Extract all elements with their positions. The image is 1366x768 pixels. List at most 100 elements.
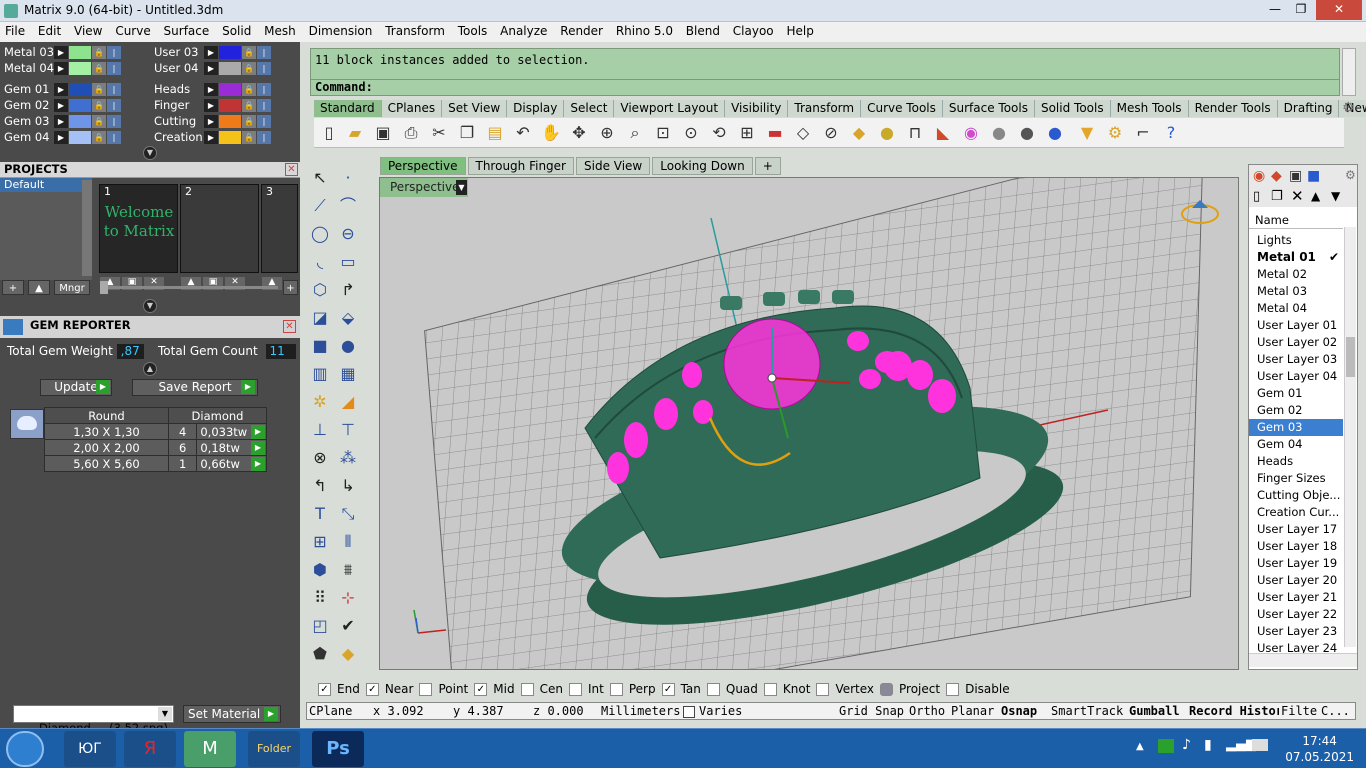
surface-corner-icon[interactable]: ◪	[308, 306, 332, 330]
taskbar-app-matrix[interactable]: M	[184, 731, 236, 767]
osnap-option[interactable]: Disable	[940, 682, 1010, 696]
close-icon[interactable]: ✕	[285, 163, 298, 176]
lock-icon[interactable]: 🔒	[92, 62, 106, 75]
check-icon[interactable]: ✔	[336, 614, 360, 638]
layer-list-item[interactable]: User Layer 18	[1249, 538, 1343, 555]
project-slot-1[interactable]: 1 Welcome to Matrix ▲ ▣ ✕	[99, 184, 178, 290]
layer-color-swatch[interactable]	[69, 62, 91, 75]
save-report-button[interactable]: Save Report	[132, 379, 258, 396]
options-gear-icon[interactable]: ⚙	[1104, 122, 1126, 144]
grid-array-icon[interactable]: ⠿	[308, 586, 332, 610]
osnap-option[interactable]: ✓ Mid	[468, 682, 515, 696]
play-icon[interactable]: ▶	[54, 62, 68, 75]
lock-icon[interactable]: ⊓	[904, 122, 926, 144]
layer-color-swatch[interactable]	[219, 83, 241, 96]
boolean-icon[interactable]: ✲	[308, 390, 332, 414]
layer-row[interactable]: Metal 03 ▶ 🔒 |	[0, 45, 150, 60]
slider-handle[interactable]	[100, 281, 108, 294]
layer-color-swatch[interactable]	[69, 83, 91, 96]
layer-row[interactable]: Creation ▶ 🔒 |	[150, 130, 300, 145]
layer-color-swatch[interactable]	[69, 115, 91, 128]
play-icon[interactable]: ▶	[204, 83, 218, 96]
table-row[interactable]: 2,00 X 2,00 6 0,18tw	[44, 439, 267, 456]
lock-icon[interactable]: 🔒	[92, 83, 106, 96]
viewport-tab[interactable]: +	[754, 157, 781, 175]
light-bulb-icon[interactable]: ●	[876, 122, 898, 144]
lock-icon[interactable]: 🔒	[92, 115, 106, 128]
layer-color-swatch[interactable]	[219, 131, 241, 144]
project-slot-3[interactable]: 3 ▲	[261, 184, 298, 290]
layer-row[interactable]: Finger ▶ 🔒 |	[150, 98, 300, 113]
layer-list-item[interactable]: User Layer 03	[1249, 351, 1343, 368]
layer-list-item[interactable]: Heads	[1249, 453, 1343, 470]
delete-layer-icon[interactable]: ✕	[1291, 187, 1304, 205]
polygon-icon[interactable]: ⬡	[308, 278, 332, 302]
taskbar-app-photoshop[interactable]: Ps	[312, 731, 364, 767]
up-arrow-icon[interactable]: ▲	[28, 280, 50, 295]
four-views-icon[interactable]: ⊞	[736, 122, 758, 144]
display-icon[interactable]: ▣	[1289, 168, 1302, 184]
mirror-icon[interactable]: ⫴	[336, 530, 360, 554]
select-row-icon[interactable]: ▶	[251, 441, 265, 455]
checkbox[interactable]	[419, 682, 433, 696]
lock-icon[interactable]: 🔒	[242, 46, 256, 59]
zoom-extents-icon[interactable]: ⊡	[652, 122, 674, 144]
gear-icon[interactable]: ⚙	[1342, 100, 1358, 116]
layer-list-item[interactable]: User Layer 17	[1249, 521, 1343, 538]
toolbar-tab[interactable]: Set View	[442, 100, 508, 117]
menu-edit[interactable]: Edit	[33, 22, 65, 38]
select-row-icon[interactable]: ▶	[251, 425, 265, 439]
move-up-icon[interactable]: ▲	[1311, 189, 1320, 203]
layer-row[interactable]: User 03 ▶ 🔒 |	[150, 45, 300, 60]
project-slot-2[interactable]: 2 ▲ ▣ ✕	[180, 184, 259, 290]
status-extra[interactable]: C...	[1321, 704, 1350, 718]
visibility-icon[interactable]: |	[257, 115, 271, 128]
viewport-tab[interactable]: Side View	[576, 157, 651, 175]
layer-list-item[interactable]: Metal 04	[1249, 300, 1343, 317]
undo-view-icon[interactable]: ⟲	[708, 122, 730, 144]
grid-icon[interactable]: ⊘	[820, 122, 842, 144]
select-row-icon[interactable]: ▶	[251, 457, 265, 471]
taskbar-app-explorer[interactable]: Folder	[248, 731, 300, 767]
layer-color-swatch[interactable]	[219, 115, 241, 128]
manager-button[interactable]: Mngr	[54, 280, 90, 295]
checkbox[interactable]	[568, 682, 582, 696]
visibility-icon[interactable]: |	[107, 62, 121, 75]
layer-color-swatch[interactable]	[69, 131, 91, 144]
color-wheel-icon[interactable]: ◉	[960, 122, 982, 144]
visibility-icon[interactable]: |	[107, 46, 121, 59]
checkbox[interactable]	[609, 682, 623, 696]
layer-list-item[interactable]: User Layer 19	[1249, 555, 1343, 572]
osnap-option[interactable]: Perp	[604, 682, 656, 696]
new-sublayer-icon[interactable]: ❐	[1271, 189, 1283, 204]
layer-list-item[interactable]: User Layer 21	[1249, 589, 1343, 606]
pan-hand-icon[interactable]: ✋	[540, 122, 562, 144]
layer-list-item[interactable]: Gem 02	[1249, 402, 1343, 419]
visibility-icon[interactable]: |	[107, 83, 121, 96]
lock-icon[interactable]: 🔒	[242, 131, 256, 144]
cylinder-icon[interactable]: ▥	[308, 362, 332, 386]
layer-list-item[interactable]: Lights	[1249, 232, 1343, 249]
wireframe-sphere-icon[interactable]: ●	[988, 122, 1010, 144]
menu-tools[interactable]: Tools	[453, 22, 492, 38]
volume-icon[interactable]: ♪	[1182, 737, 1191, 753]
layer-row[interactable]: Gem 01 ▶ 🔒 |	[0, 82, 150, 97]
layer-list-item[interactable]: Metal 02	[1249, 266, 1343, 283]
circle-icon[interactable]: ◯	[308, 222, 332, 246]
language-flag-icon[interactable]	[1252, 739, 1268, 751]
menu-transform[interactable]: Transform	[380, 22, 449, 38]
layer-list-item[interactable]: Gem 04	[1249, 436, 1343, 453]
osnap-option[interactable]: ✓ End	[312, 682, 360, 696]
explode-icon[interactable]: ◢	[336, 390, 360, 414]
taskbar-app-yandex[interactable]: Я	[124, 731, 176, 767]
toolbar-tab[interactable]: Surface Tools	[942, 100, 1035, 117]
car-icon[interactable]: ▬	[764, 122, 786, 144]
menu-clayoo[interactable]: Clayoo	[728, 22, 778, 38]
play-icon[interactable]: ▶	[204, 99, 218, 112]
layer-row[interactable]: Heads ▶ 🔒 |	[150, 82, 300, 97]
new-layer-icon[interactable]: ▯	[1253, 189, 1260, 204]
gear-icon[interactable]: ⚙	[1345, 168, 1356, 182]
collapse-icon[interactable]: ▲	[143, 362, 157, 376]
viewport-label[interactable]: Perspective	[380, 178, 468, 197]
battery-icon[interactable]: ▮	[1204, 737, 1212, 753]
